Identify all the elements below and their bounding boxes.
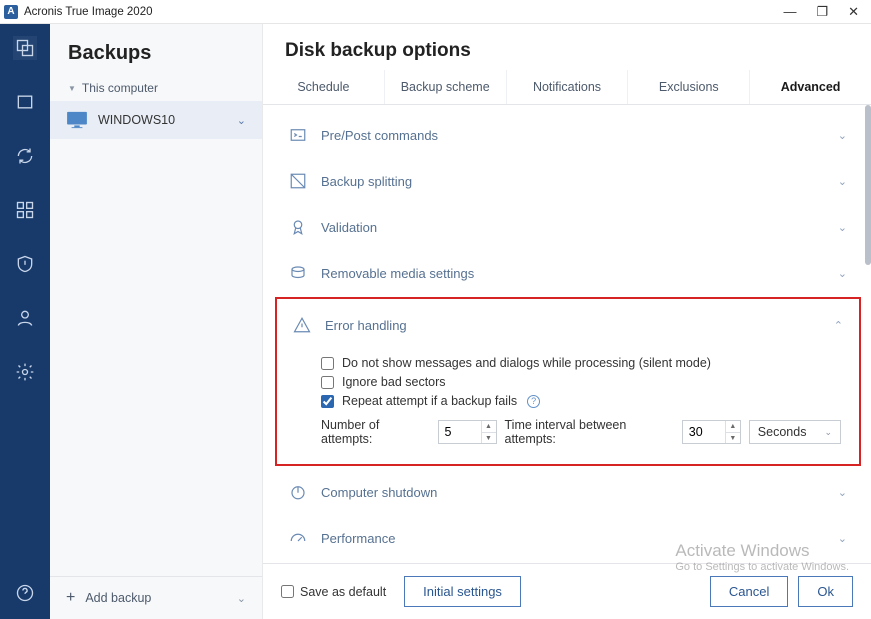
section-label: Performance	[321, 531, 824, 546]
window-minimize-button[interactable]: —	[783, 4, 796, 20]
ribbon-icon	[289, 218, 307, 236]
options-tabs: Schedule Backup scheme Notifications Exc…	[263, 70, 871, 105]
disk-icon	[289, 264, 307, 282]
spin-up-icon[interactable]: ▲	[482, 421, 496, 433]
save-default-row[interactable]: Save as default	[281, 585, 386, 599]
chevron-down-icon: ⌄	[838, 175, 847, 188]
tab-advanced[interactable]: Advanced	[750, 70, 871, 104]
section-error-handling[interactable]: Error handling ⌃	[279, 303, 857, 347]
cancel-button[interactable]: Cancel	[710, 576, 788, 607]
section-label: Pre/Post commands	[321, 128, 824, 143]
tab-backup-scheme[interactable]: Backup scheme	[385, 70, 507, 104]
chevron-down-icon: ⌄	[838, 532, 847, 545]
collapse-triangle-icon: ▼	[68, 84, 76, 93]
rail-archive-icon[interactable]	[13, 90, 37, 114]
split-icon	[289, 172, 307, 190]
app-icon: A	[4, 5, 18, 19]
gauge-icon	[289, 529, 307, 547]
power-icon	[289, 483, 307, 501]
window-close-button[interactable]: ✕	[848, 4, 859, 20]
sidebar-heading: Backups	[50, 24, 262, 75]
repeat-attempt-label: Repeat attempt if a backup fails	[342, 394, 517, 408]
spin-down-icon[interactable]: ▼	[726, 433, 740, 445]
attempts-spinner[interactable]: ▲▼	[438, 420, 497, 444]
section-removable[interactable]: Removable media settings ⌄	[275, 251, 861, 295]
advanced-sections: Pre/Post commands ⌄ Backup splitting ⌄ V…	[263, 105, 871, 563]
rail-protection-icon[interactable]	[13, 252, 37, 276]
sidebar-group-label: This computer	[82, 81, 158, 95]
help-icon[interactable]: ?	[527, 395, 540, 408]
chevron-down-icon: ⌄	[237, 114, 246, 127]
repeat-attempt-row[interactable]: Repeat attempt if a backup fails ?	[321, 394, 841, 408]
terminal-icon	[289, 126, 307, 144]
interval-input[interactable]	[683, 421, 725, 443]
repeat-attempt-checkbox[interactable]	[321, 395, 334, 408]
rail-settings-icon[interactable]	[13, 360, 37, 384]
section-label: Error handling	[325, 318, 820, 333]
chevron-up-icon: ⌃	[834, 319, 843, 332]
scrollbar-thumb[interactable]	[865, 105, 871, 265]
page-title: Disk backup options	[263, 24, 871, 70]
section-label: Validation	[321, 220, 824, 235]
section-label: Computer shutdown	[321, 485, 824, 500]
add-backup-label: Add backup	[85, 591, 151, 605]
monitor-icon	[66, 111, 88, 129]
interval-unit-select[interactable]: Seconds ⌄	[749, 420, 841, 444]
initial-settings-button[interactable]: Initial settings	[404, 576, 521, 607]
sidebar-backup-item[interactable]: WINDOWS10 ⌄	[50, 101, 262, 139]
error-handling-highlight: Error handling ⌃ Do not show messages an…	[275, 297, 861, 466]
section-performance[interactable]: Performance ⌄	[275, 516, 861, 560]
section-label: Removable media settings	[321, 266, 824, 281]
tab-schedule[interactable]: Schedule	[263, 70, 385, 104]
tab-exclusions[interactable]: Exclusions	[628, 70, 750, 104]
section-label: Backup splitting	[321, 174, 824, 189]
chevron-down-icon: ⌄	[824, 427, 832, 438]
sidebar-backup-label: WINDOWS10	[98, 113, 175, 127]
ignore-bad-sectors-checkbox[interactable]	[321, 376, 334, 389]
rail-backups-icon[interactable]	[13, 36, 37, 60]
section-validation[interactable]: Validation ⌄	[275, 205, 861, 249]
ignore-bad-sectors-row[interactable]: Ignore bad sectors	[321, 375, 841, 389]
silent-mode-checkbox[interactable]	[321, 357, 334, 370]
window-titlebar: A Acronis True Image 2020 — ❐ ✕	[0, 0, 871, 24]
rail-help-icon[interactable]	[13, 581, 37, 605]
rail-account-icon[interactable]	[13, 306, 37, 330]
window-maximize-button[interactable]: ❐	[816, 4, 828, 20]
sidebar-group-header[interactable]: ▼ This computer	[50, 75, 262, 101]
ok-button[interactable]: Ok	[798, 576, 853, 607]
main-panel: Disk backup options Schedule Backup sche…	[263, 24, 871, 619]
chevron-down-icon: ⌄	[838, 267, 847, 280]
chevron-down-icon: ⌄	[838, 221, 847, 234]
save-default-label: Save as default	[300, 585, 386, 599]
error-handling-body: Do not show messages and dialogs while p…	[279, 347, 857, 458]
section-splitting[interactable]: Backup splitting ⌄	[275, 159, 861, 203]
interval-unit-value: Seconds	[758, 425, 807, 439]
rail-dashboard-icon[interactable]	[13, 198, 37, 222]
options-footer: Save as default Initial settings Cancel …	[263, 563, 871, 619]
save-default-checkbox[interactable]	[281, 585, 294, 598]
spin-down-icon[interactable]: ▼	[482, 433, 496, 445]
attempts-label: Number of attempts:	[321, 418, 430, 446]
rail-sync-icon[interactable]	[13, 144, 37, 168]
window-title: Acronis True Image 2020	[24, 6, 153, 18]
silent-mode-row[interactable]: Do not show messages and dialogs while p…	[321, 356, 841, 370]
chevron-down-icon: ⌄	[237, 592, 246, 605]
chevron-down-icon: ⌄	[838, 129, 847, 142]
warning-icon	[293, 316, 311, 334]
interval-label: Time interval between attempts:	[505, 418, 674, 446]
add-backup-button[interactable]: + Add backup ⌄	[50, 576, 262, 619]
tab-notifications[interactable]: Notifications	[507, 70, 629, 104]
silent-mode-label: Do not show messages and dialogs while p…	[342, 356, 711, 370]
section-shutdown[interactable]: Computer shutdown ⌄	[275, 470, 861, 514]
plus-icon: +	[66, 589, 75, 607]
backups-sidebar: Backups ▼ This computer WINDOWS10 ⌄ + Ad…	[50, 24, 263, 619]
spin-up-icon[interactable]: ▲	[726, 421, 740, 433]
attempts-input[interactable]	[439, 421, 481, 443]
chevron-down-icon: ⌄	[838, 486, 847, 499]
ignore-bad-sectors-label: Ignore bad sectors	[342, 375, 446, 389]
nav-rail	[0, 24, 50, 619]
interval-spinner[interactable]: ▲▼	[682, 420, 741, 444]
attempt-settings-row: Number of attempts: ▲▼ Time interval bet…	[321, 418, 841, 446]
section-prepost[interactable]: Pre/Post commands ⌄	[275, 113, 861, 157]
